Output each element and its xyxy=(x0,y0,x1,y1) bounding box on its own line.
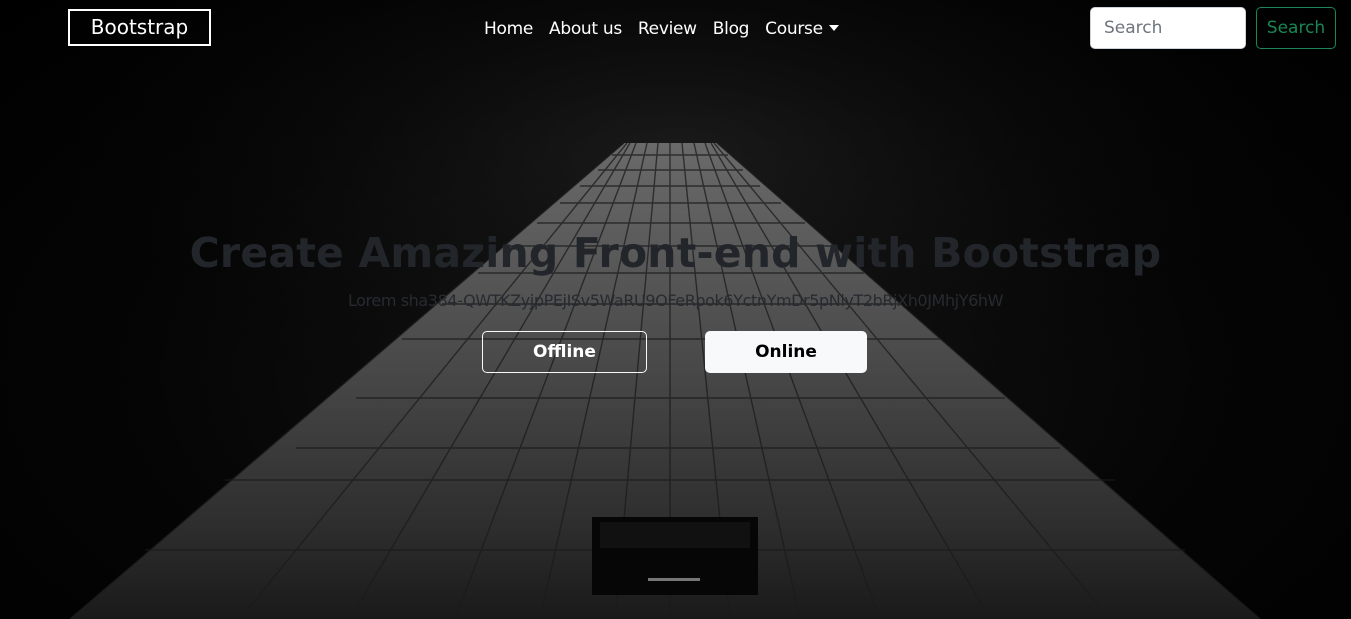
hero-title: Create Amazing Front-end with Bootstrap xyxy=(189,229,1162,277)
nav-dropdown-course[interactable]: Course xyxy=(757,16,847,42)
nav-link-review[interactable]: Review xyxy=(630,16,705,42)
navbar: Bootstrap Home About us Review Blog Cour… xyxy=(0,0,1351,58)
nav-link-about-us[interactable]: About us xyxy=(541,16,630,42)
nav-link-home[interactable]: Home xyxy=(476,16,541,42)
online-button[interactable]: Online xyxy=(705,331,867,373)
nav-links: Home About us Review Blog Course xyxy=(476,16,847,42)
nav-dropdown-course-label: Course xyxy=(765,19,823,39)
nav-link-blog[interactable]: Blog xyxy=(705,16,757,42)
search-input[interactable] xyxy=(1090,7,1246,49)
offline-button[interactable]: Offline xyxy=(482,331,647,373)
caret-down-icon xyxy=(828,25,839,31)
search-button[interactable]: Search xyxy=(1256,7,1336,49)
hero-subtitle: Lorem sha384-QWTKZyjpPEjISv5WaRU9OFeRpok… xyxy=(347,291,1004,310)
brand-logo-link[interactable]: Bootstrap xyxy=(68,9,211,46)
